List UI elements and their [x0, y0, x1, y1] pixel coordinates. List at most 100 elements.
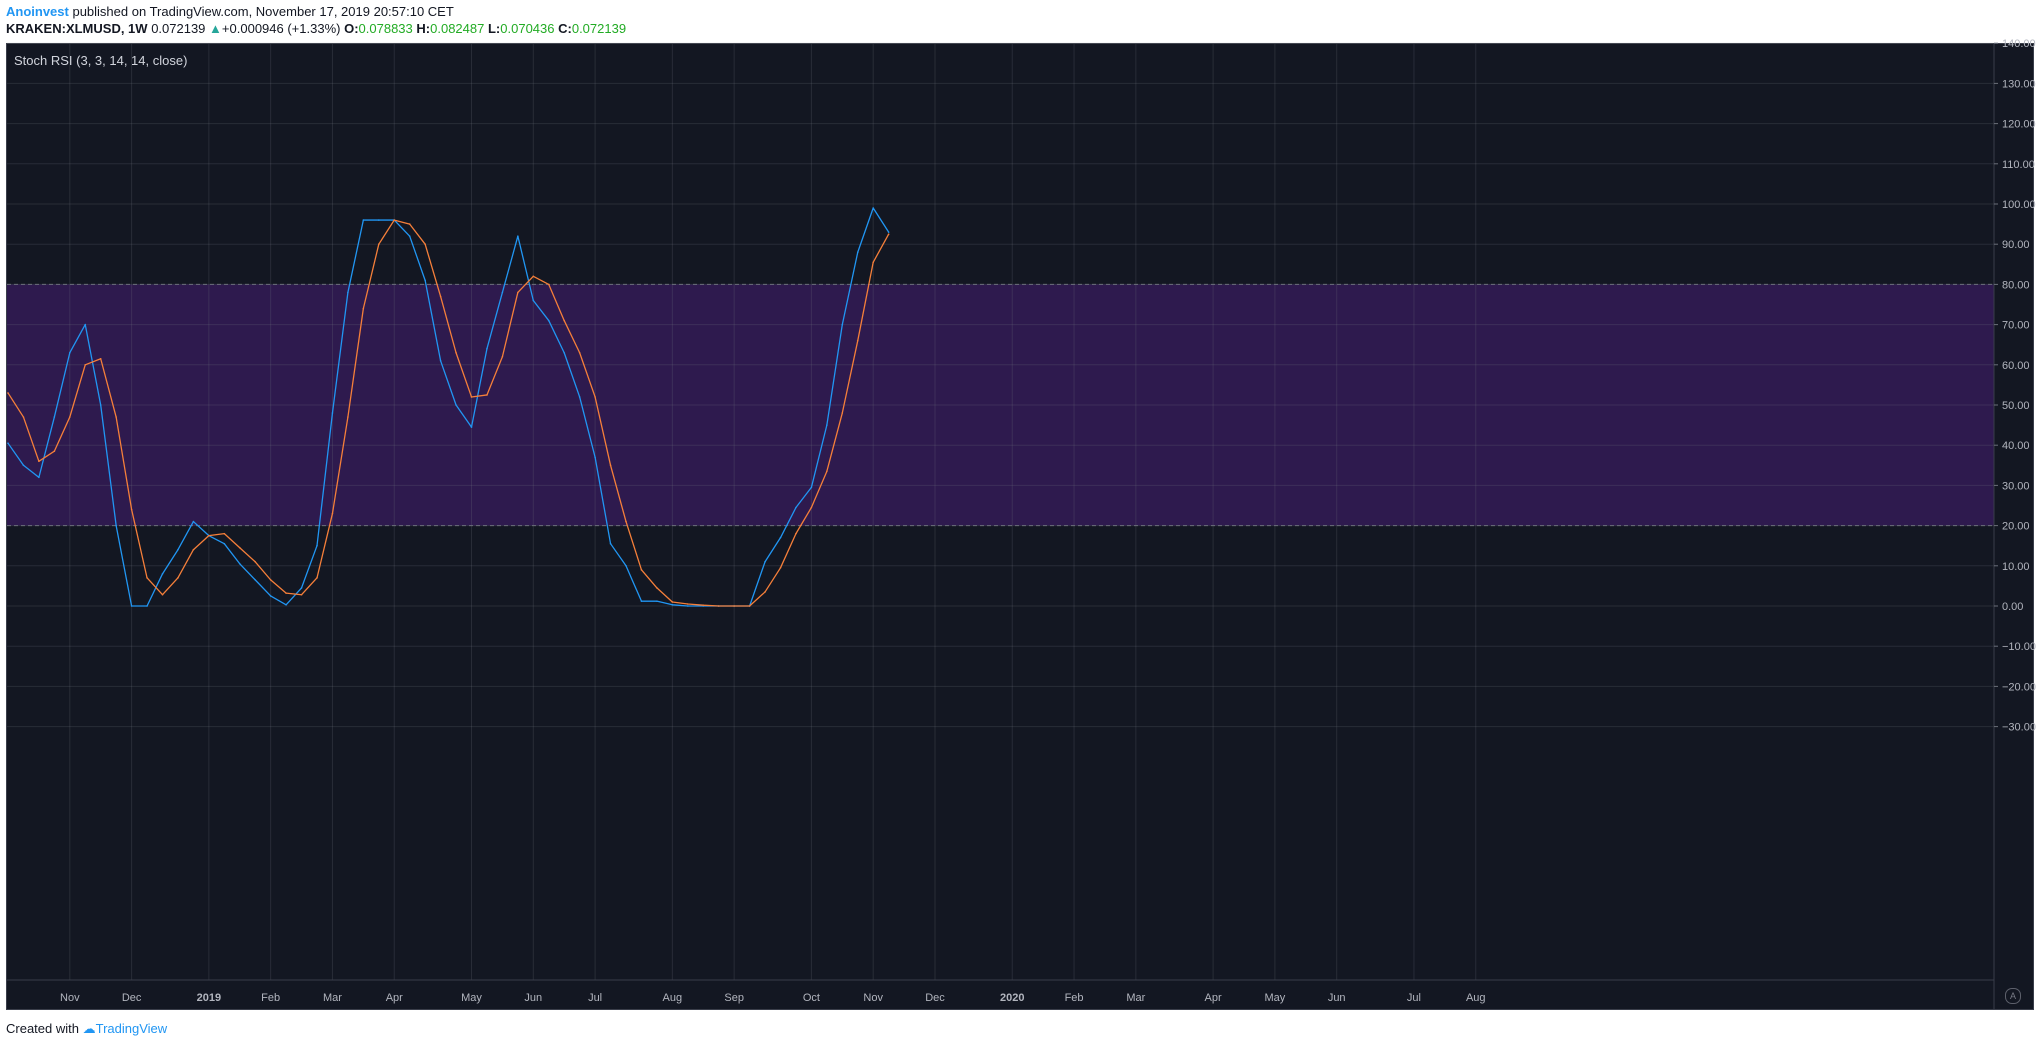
stoch-rsi-chart[interactable]: 140.00 130.00 120.00 110.00 100.00 90.00 80.00…	[0, 0, 2041, 1047]
x-tick-label: May	[461, 992, 482, 1004]
x-tick-label: Jun	[1328, 992, 1346, 1004]
k-point	[517, 235, 519, 237]
auto-scale-button[interactable]: A	[2005, 988, 2021, 1004]
d-point	[316, 577, 318, 579]
k-point	[331, 412, 334, 414]
d-point	[362, 307, 365, 310]
x-tick-label: Mar	[1126, 992, 1145, 1004]
k-point	[115, 524, 117, 527]
d-point	[99, 357, 102, 360]
d-point	[53, 450, 56, 453]
y-tick-label: 130.00	[2002, 78, 2036, 90]
y-tick-label: 110.00	[2002, 159, 2035, 171]
d-point	[532, 275, 535, 278]
k-point	[640, 600, 643, 602]
d-point	[779, 567, 782, 569]
k-point	[408, 235, 411, 237]
k-point	[177, 548, 179, 551]
d-point	[563, 319, 565, 322]
x-tick-label: Apr	[1205, 992, 1222, 1004]
y-tick-label: 60.00	[2002, 360, 2030, 372]
x-tick-label: Jul	[1407, 992, 1421, 1004]
k-point	[300, 587, 303, 589]
y-tick-label: 140.00	[2002, 38, 2036, 50]
k-point	[269, 595, 272, 597]
x-tick-label: Aug	[1466, 992, 1486, 1004]
k-point	[810, 486, 813, 489]
d-point	[671, 601, 674, 603]
k-point	[856, 251, 859, 254]
d-point	[408, 223, 411, 225]
k-point	[532, 299, 535, 302]
k-point	[872, 207, 874, 209]
d-point	[702, 604, 705, 606]
k-point	[69, 351, 71, 354]
k-point	[594, 456, 596, 459]
d-point	[192, 548, 195, 551]
k-point	[671, 603, 674, 606]
d-point	[393, 219, 396, 221]
y-tick-label: 20.00	[2002, 521, 2030, 533]
d-point	[331, 512, 334, 515]
k-point	[547, 319, 550, 322]
d-point	[208, 534, 210, 537]
k-point	[687, 605, 689, 607]
indicator-title[interactable]: Stoch RSI (3, 3, 14, 14, close)	[14, 53, 187, 68]
k-point	[84, 323, 87, 326]
d-point	[872, 261, 874, 264]
k-point	[223, 542, 226, 545]
y-tick-label: 90.00	[2002, 239, 2030, 251]
k-point	[316, 544, 318, 547]
x-tick-label: Apr	[386, 992, 403, 1004]
k-point	[841, 323, 844, 326]
d-point	[748, 605, 751, 607]
k-point	[362, 219, 365, 221]
tradingview-link[interactable]: TradingView	[96, 1021, 168, 1036]
d-point	[656, 587, 658, 589]
k-point	[439, 359, 442, 362]
d-point	[146, 577, 148, 579]
d-point	[594, 396, 596, 398]
d-point	[347, 416, 349, 418]
d-point	[517, 291, 519, 294]
k-point	[563, 351, 565, 354]
y-tick-label: 70.00	[2002, 320, 2030, 332]
y-tick-label: 0.00	[2002, 601, 2023, 613]
k-point	[609, 542, 612, 545]
y-tick-label: 120.00	[2002, 119, 2036, 131]
d-point	[733, 605, 735, 607]
k-point	[486, 347, 488, 350]
y-tick-label: 30.00	[2002, 480, 2030, 492]
k-point	[826, 424, 828, 426]
x-tick-label: Sep	[724, 992, 744, 1004]
tradingview-logo-icon[interactable]: ☁	[83, 1021, 96, 1036]
x-tick-label: Oct	[803, 992, 820, 1004]
k-point	[238, 562, 241, 565]
k-point	[378, 219, 380, 221]
k-point	[455, 404, 457, 406]
d-point	[486, 394, 488, 396]
y-tick-label: −20.00	[2002, 681, 2036, 693]
y-tick-label: 40.00	[2002, 440, 2030, 452]
d-point	[223, 532, 226, 535]
x-tick-label: May	[1265, 992, 1286, 1004]
x-tick-label: Nov	[863, 992, 883, 1004]
x-tick-label: Aug	[663, 992, 683, 1004]
d-point	[609, 464, 612, 467]
d-point	[501, 355, 504, 358]
d-point	[640, 569, 643, 571]
y-tick-label: −30.00	[2002, 722, 2036, 734]
d-point	[84, 364, 87, 366]
k-point	[285, 603, 287, 606]
x-tick-label: Jun	[524, 992, 542, 1004]
y-tick-label: 10.00	[2002, 561, 2030, 573]
d-point	[378, 243, 380, 245]
d-point	[470, 396, 473, 398]
d-point	[130, 508, 133, 511]
footer: Created with ☁TradingView	[6, 1021, 167, 1037]
k-point	[470, 426, 473, 428]
d-point	[764, 591, 766, 593]
d-point	[285, 592, 287, 594]
k-point	[254, 579, 256, 581]
k-point	[192, 520, 195, 523]
